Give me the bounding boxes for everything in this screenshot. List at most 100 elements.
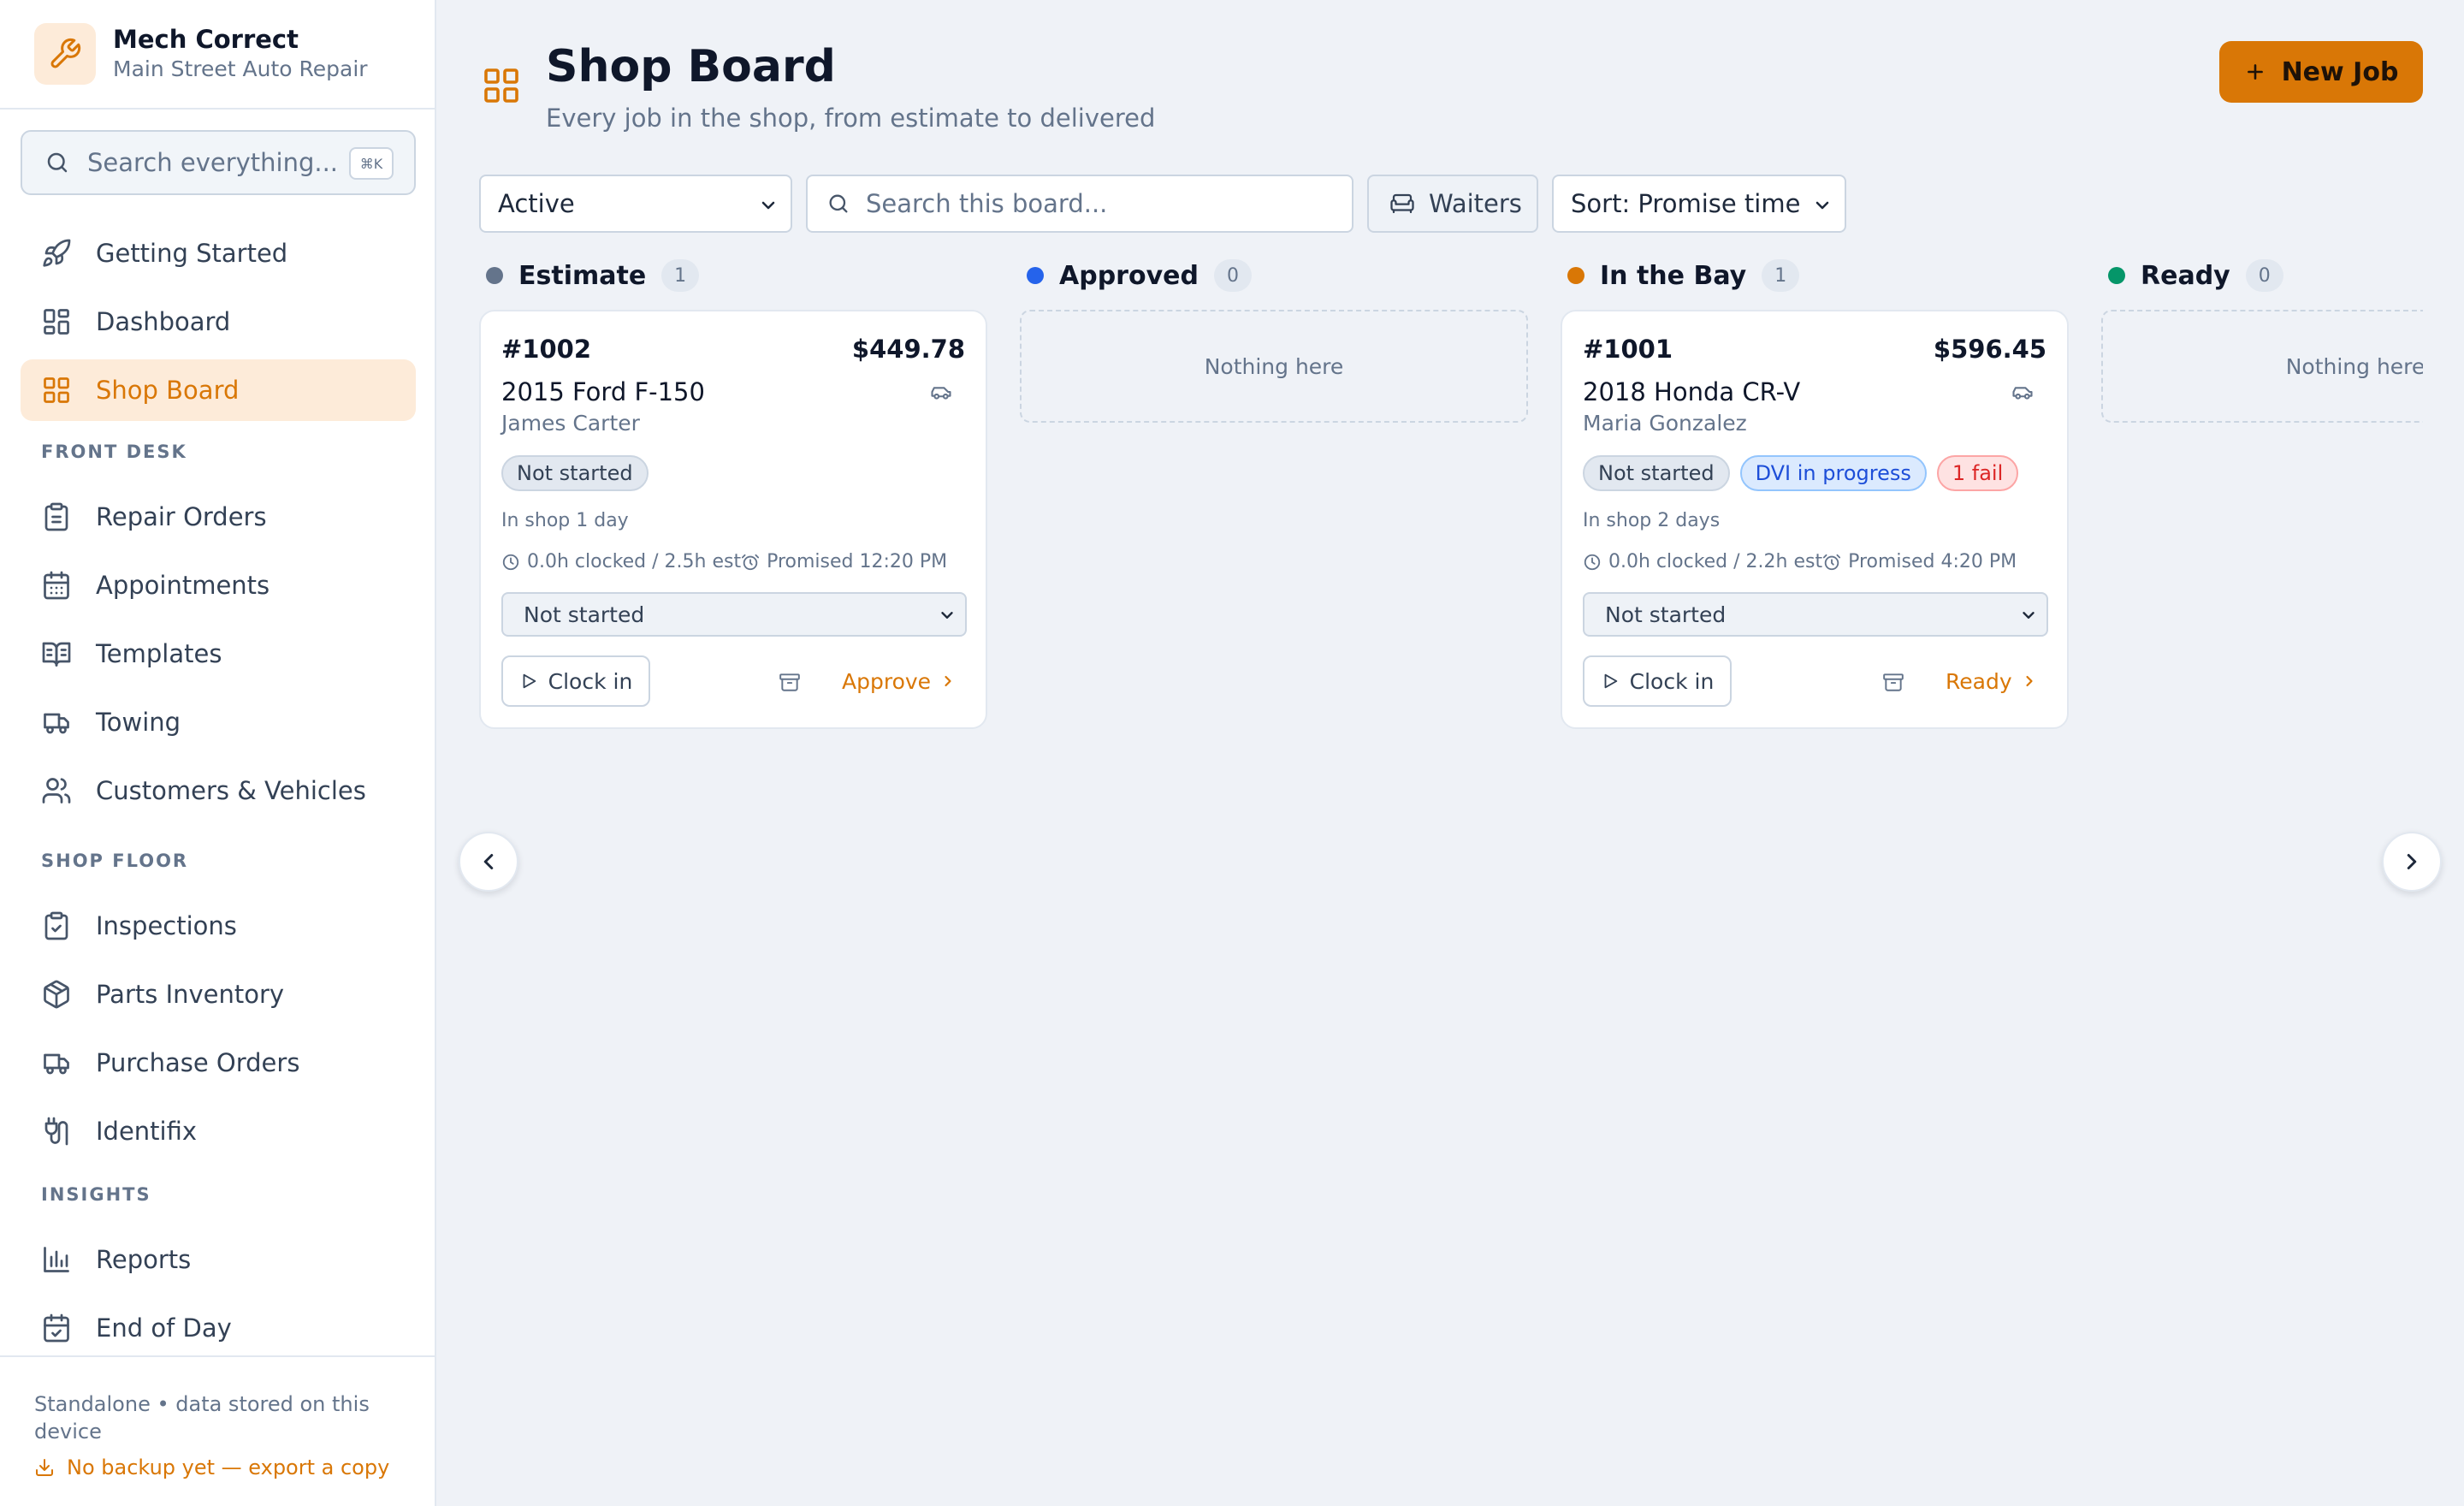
page-subtitle: Every job in the shop, from estimate to … <box>546 104 1156 133</box>
chevron-right-icon <box>945 675 951 687</box>
job-meta: 0.0h clocked / 2.5h est Promised 12:20 P… <box>501 551 965 572</box>
backup-warning-link[interactable]: No backup yet — export a copy <box>34 1456 411 1479</box>
scroll-left-button[interactable] <box>459 832 518 892</box>
sofa-icon <box>1390 193 1414 214</box>
job-status-select[interactable]: Not started <box>501 592 967 637</box>
search-shortcut-badge: ⌘K <box>349 147 394 180</box>
clipboard-icon <box>44 502 68 531</box>
column-count-badge: 1 <box>1762 259 1800 292</box>
play-icon <box>523 673 536 689</box>
download-icon <box>36 1459 53 1476</box>
chevron-left-icon <box>483 854 494 869</box>
status-filter-select[interactable]: Active <box>479 175 792 233</box>
sidebar-item-label: Appointments <box>96 571 270 600</box>
column-title: Estimate <box>518 260 647 291</box>
sidebar-item-label: Reports <box>96 1245 192 1274</box>
column-title: Approved <box>1059 260 1199 291</box>
sidebar-item-identifix[interactable]: Identifix <box>21 1100 416 1162</box>
play-icon <box>1604 673 1617 689</box>
job-tags: Not started <box>501 455 965 491</box>
sidebar-item-end-of-day[interactable]: End of Day <box>21 1297 416 1359</box>
backup-warning-text: No backup yet — export a copy <box>67 1456 390 1479</box>
column-header: Approved 0 <box>1020 257 1528 294</box>
scroll-right-button[interactable] <box>2382 832 2442 892</box>
column-title: In the Bay <box>1600 260 1747 291</box>
sidebar-item-getting-started[interactable]: Getting Started <box>21 222 416 284</box>
clock-in-label: Clock in <box>1629 668 1715 694</box>
sidebar-item-appointments[interactable]: Appointments <box>21 554 416 616</box>
clock-icon <box>1584 554 1601 570</box>
column-ready: Ready 0 Nothing here <box>2101 257 2423 423</box>
job-status-select[interactable]: Not started <box>1583 592 2048 637</box>
approve-button[interactable]: Approve <box>842 655 957 707</box>
sort-select[interactable]: Sort: Promise time <box>1552 175 1846 233</box>
board-search[interactable] <box>806 175 1353 233</box>
job-status-value: Not started <box>1605 602 1727 627</box>
global-search[interactable]: ⌘K <box>21 130 416 195</box>
waiters-toggle[interactable]: Waiters <box>1367 175 1538 233</box>
status-badge: Not started <box>501 455 649 491</box>
global-search-input[interactable] <box>87 148 344 177</box>
archive-icon[interactable] <box>779 671 801 693</box>
sidebar-item-customers-vehicles[interactable]: Customers & Vehicles <box>21 760 416 821</box>
job-card[interactable]: #1001 $596.45 2018 Honda CR-V Maria Gonz… <box>1561 310 2069 729</box>
page-header: Shop Board Every job in the shop, from e… <box>481 38 1155 135</box>
chevron-down-icon <box>761 201 775 210</box>
archive-icon[interactable] <box>1882 671 1904 693</box>
sidebar-section-shop-floor: SHOP FLOOR Inspections Parts Inventory P… <box>21 837 416 1169</box>
bar-chart-icon <box>44 1247 69 1272</box>
sidebar-item-label: Templates <box>96 639 222 668</box>
customer-name: James Carter <box>501 411 640 436</box>
chevron-down-icon <box>2023 612 2035 619</box>
clock-in-button[interactable]: Clock in <box>501 655 650 707</box>
brand-name: Mech Correct <box>113 25 299 54</box>
board-search-input[interactable] <box>866 189 1345 218</box>
job-tags: Not started DVI in progress 1 fail <box>1583 455 2046 491</box>
sidebar-footer: Standalone • data stored on this device … <box>34 1390 411 1479</box>
status-dot <box>1027 267 1044 284</box>
fail-count-badge: 1 fail <box>1936 455 2019 491</box>
package-icon <box>44 980 69 1009</box>
alarm-clock-icon <box>742 554 760 570</box>
brand[interactable]: Mech Correct Main Street Auto Repair <box>34 23 368 85</box>
sidebar-item-inspections[interactable]: Inspections <box>21 895 416 957</box>
sidebar-item-repair-orders[interactable]: Repair Orders <box>21 486 416 548</box>
chevron-down-icon <box>1815 201 1829 210</box>
brand-subtitle: Main Street Auto Repair <box>113 56 368 81</box>
new-job-button[interactable]: New Job <box>2219 41 2423 103</box>
sidebar-nav-top: Getting Started Dashboard Shop Board <box>21 222 416 428</box>
clocked-hours: 0.0h clocked / 2.5h est <box>527 551 742 572</box>
sidebar-item-dashboard[interactable]: Dashboard <box>21 291 416 353</box>
sidebar-item-towing[interactable]: Towing <box>21 691 416 753</box>
truck-icon <box>44 1053 69 1075</box>
chevron-down-icon <box>941 612 953 619</box>
book-icon <box>42 642 71 667</box>
sidebar-item-reports[interactable]: Reports <box>21 1229 416 1290</box>
sidebar-item-label: Dashboard <box>96 307 231 336</box>
plus-icon <box>2247 64 2263 80</box>
grid-icon <box>44 377 69 403</box>
promised-time: Promised 4:20 PM <box>1848 551 2017 572</box>
sidebar-item-label: Purchase Orders <box>96 1048 300 1077</box>
clock-in-button[interactable]: Clock in <box>1583 655 1732 707</box>
mark-ready-label: Ready <box>1946 668 2012 694</box>
sidebar-item-purchase-orders[interactable]: Purchase Orders <box>21 1032 416 1094</box>
wrench-icon <box>34 23 96 85</box>
new-job-label: New Job <box>2281 56 2399 87</box>
job-amount: $596.45 <box>1933 335 2046 364</box>
column-count-badge: 0 <box>2245 259 2283 292</box>
sidebar-item-label: Identifix <box>96 1117 198 1146</box>
sidebar: Mech Correct Main Street Auto Repair ⌘K … <box>0 0 436 1506</box>
column-estimate: Estimate 1 #1002 $449.78 2015 Ford F-150… <box>479 257 987 729</box>
sidebar-item-templates[interactable]: Templates <box>21 623 416 685</box>
sidebar-divider <box>0 108 436 110</box>
sidebar-item-label: End of Day <box>96 1313 232 1343</box>
column-header: Ready 0 <box>2101 257 2423 294</box>
rocket-icon <box>43 239 71 267</box>
sidebar-item-shop-board[interactable]: Shop Board <box>21 359 416 421</box>
sidebar-item-label: Towing <box>96 708 181 737</box>
mark-ready-button[interactable]: Ready <box>1946 655 2038 707</box>
job-card[interactable]: #1002 $449.78 2015 Ford F-150 James Cart… <box>479 310 987 729</box>
sidebar-item-parts-inventory[interactable]: Parts Inventory <box>21 963 416 1025</box>
approve-label: Approve <box>842 668 932 694</box>
